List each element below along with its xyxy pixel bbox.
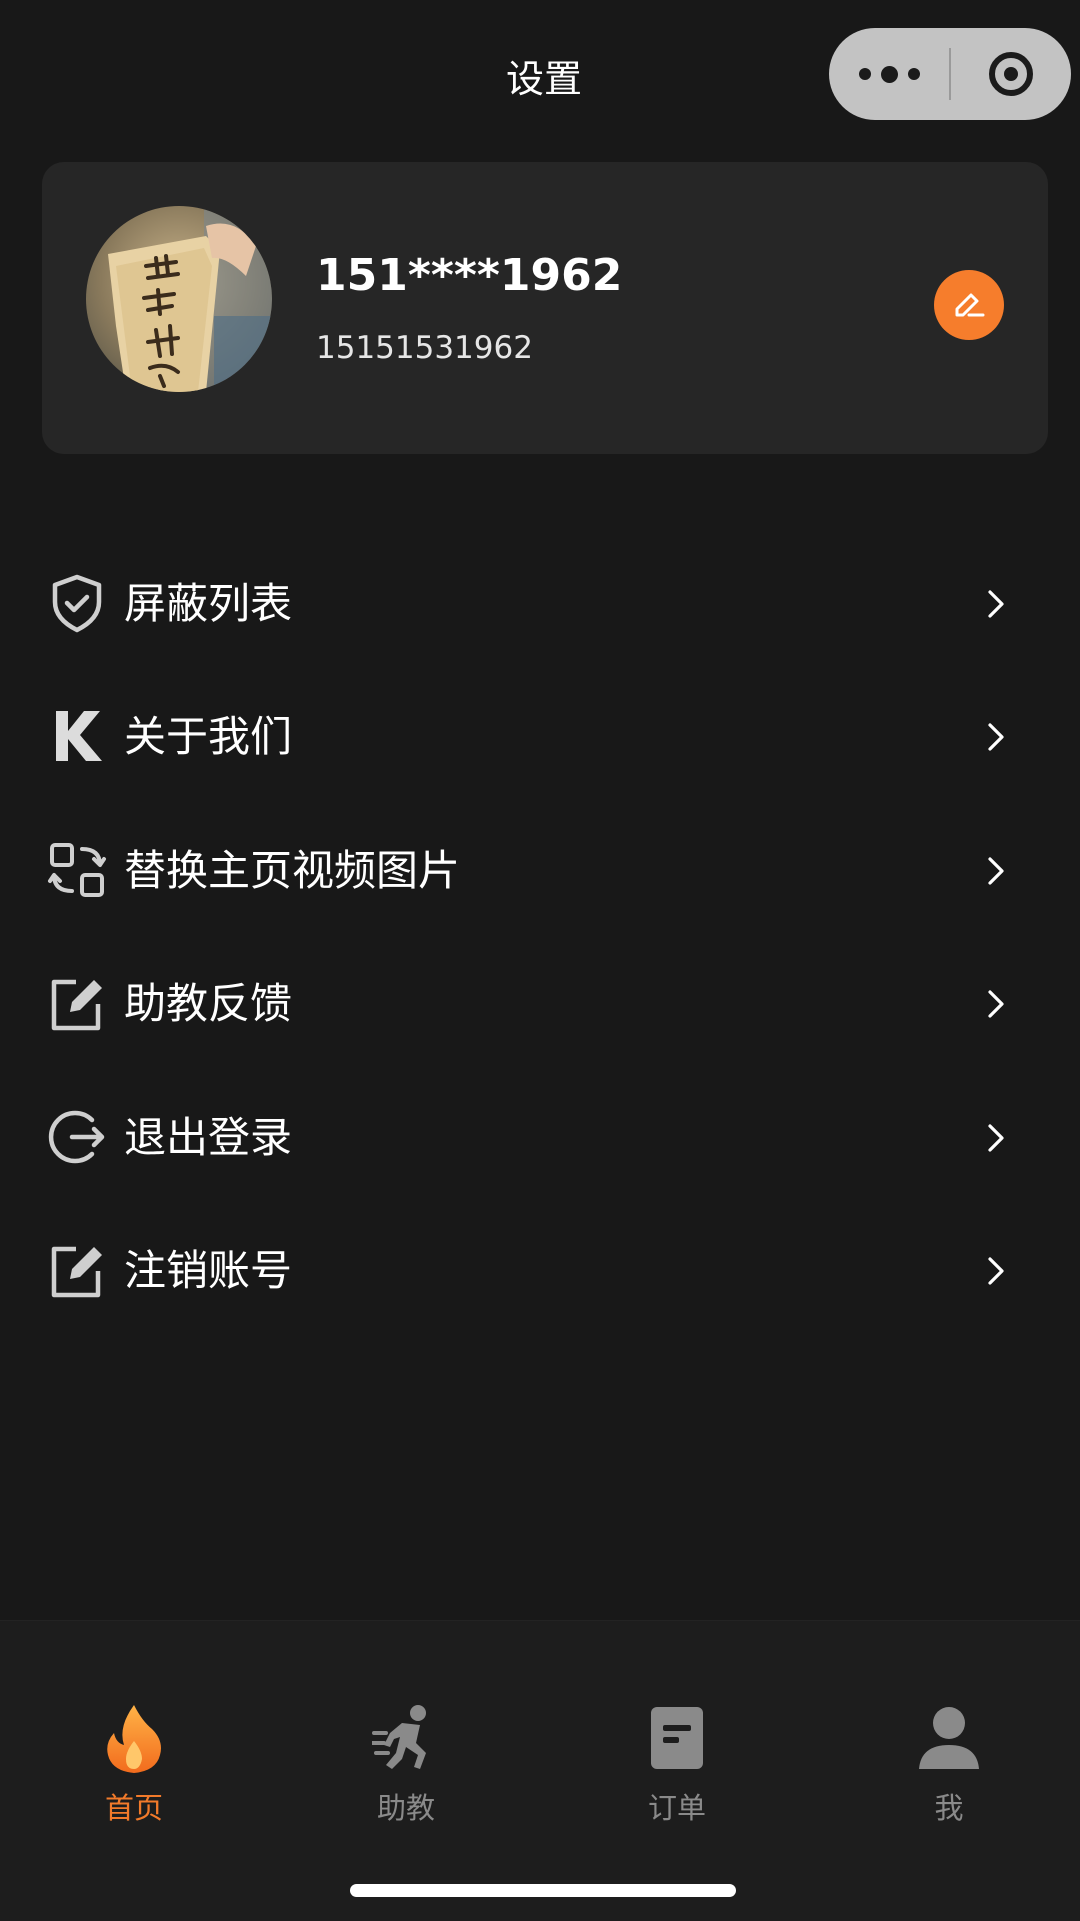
menu-item-label: 助教反馈 xyxy=(124,979,293,1029)
tab-home[interactable]: 首页 xyxy=(54,1703,214,1843)
runner-icon xyxy=(372,1705,426,1769)
menu-item-block-list[interactable]: 屏蔽列表 xyxy=(0,538,1080,671)
miniprogram-capsule xyxy=(829,28,1071,120)
avatar[interactable] xyxy=(86,206,272,392)
menu-item-label: 屏蔽列表 xyxy=(124,579,293,628)
k-logo-icon xyxy=(56,711,102,762)
edit-square-icon xyxy=(51,979,102,1031)
bottom-tab-bar: 首页 助教 订单 我 xyxy=(0,1620,1080,1921)
profile-name: 151****1962 xyxy=(316,250,623,301)
document-icon xyxy=(651,1707,703,1769)
profile-phone: 15151531962 xyxy=(316,330,533,366)
menu-item-label: 替换主页视频图片 xyxy=(124,845,461,895)
edit-profile-button[interactable] xyxy=(934,270,1004,340)
tab-label: 首页 xyxy=(104,1791,163,1825)
chevron-right-icon xyxy=(988,1123,1004,1152)
menu-item-replace-home-media[interactable]: 替换主页视频图片 xyxy=(0,805,1080,938)
chevron-right-icon xyxy=(988,857,1004,885)
logout-icon xyxy=(48,1110,105,1163)
menu-item-label: 退出登录 xyxy=(124,1112,293,1162)
swap-icon xyxy=(48,842,106,897)
more-button[interactable] xyxy=(829,28,949,120)
navigation-bar: 设置 xyxy=(0,0,1080,150)
tab-me[interactable]: 我 xyxy=(869,1703,1029,1843)
profile-card: 151****1962 15151531962 xyxy=(42,162,1048,454)
shield-check-icon xyxy=(52,574,102,633)
more-dots-icon xyxy=(854,65,925,83)
chevron-right-icon xyxy=(988,990,1004,1018)
menu-item-tutor-feedback[interactable]: 助教反馈 xyxy=(0,938,1080,1071)
menu-item-label: 关于我们 xyxy=(124,712,293,762)
home-indicator xyxy=(350,1884,736,1897)
tab-orders[interactable]: 订单 xyxy=(597,1703,757,1843)
target-close-icon xyxy=(989,52,1033,96)
tab-tutor[interactable]: 助教 xyxy=(326,1703,486,1843)
tab-label: 助教 xyxy=(376,1791,435,1825)
edit-pencil-icon xyxy=(955,293,985,317)
menu-item-logout[interactable]: 退出登录 xyxy=(0,1072,1080,1205)
tab-label: 我 xyxy=(934,1791,964,1825)
close-button[interactable] xyxy=(951,28,1071,120)
settings-menu: 屏蔽列表 关于我们 替换主页视频图片 助教反馈 退出登录 注销账号 xyxy=(0,538,1080,1338)
chevron-right-icon xyxy=(988,1257,1004,1285)
chevron-right-icon xyxy=(988,723,1004,751)
menu-item-about-us[interactable]: 关于我们 xyxy=(0,671,1080,804)
edit-square-icon xyxy=(51,1246,102,1298)
tab-label: 订单 xyxy=(647,1791,706,1825)
flame-icon xyxy=(107,1705,161,1773)
menu-item-delete-account[interactable]: 注销账号 xyxy=(0,1205,1080,1338)
menu-item-label: 注销账号 xyxy=(124,1245,293,1295)
user-icon xyxy=(919,1707,979,1769)
chevron-right-icon xyxy=(988,590,1004,618)
